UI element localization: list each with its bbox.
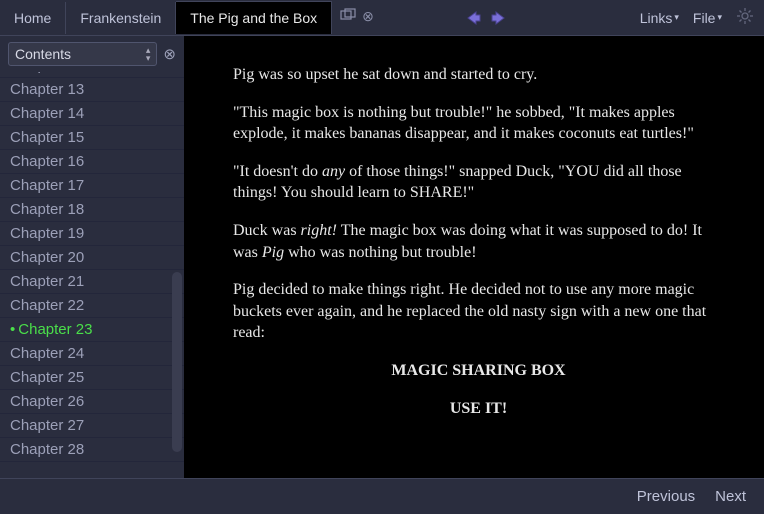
new-tab-icon[interactable] (340, 8, 356, 27)
reader-pane: Pig was so upset he sat down and started… (185, 36, 764, 478)
chapter-item[interactable]: Chapter 17 (0, 174, 184, 198)
heading-text: USE IT! (233, 398, 724, 420)
links-menu[interactable]: Links▾ (640, 10, 679, 26)
chapter-item[interactable]: Chapter 26 (0, 390, 184, 414)
close-tab-icon[interactable]: ⊗ (362, 9, 374, 26)
nav-forward-button[interactable] (488, 9, 508, 27)
tab-home[interactable]: Home (0, 2, 66, 34)
tab-pig-and-box[interactable]: The Pig and the Box (176, 1, 332, 34)
chapter-item[interactable]: •Chapter 23 (0, 318, 184, 342)
scrollbar-thumb[interactable] (172, 272, 182, 452)
file-menu[interactable]: File▾ (693, 10, 722, 26)
settings-icon[interactable] (736, 7, 754, 28)
chapter-item[interactable]: Chapter 27 (0, 414, 184, 438)
contents-label: Contents (15, 46, 71, 62)
paragraph: Duck was right! The magic box was doing … (233, 220, 724, 263)
chapter-item[interactable]: Chapter 28 (0, 438, 184, 462)
footer-bar: Previous Next (0, 478, 764, 514)
chapter-list[interactable]: Chapter 12Chapter 13Chapter 14Chapter 15… (0, 72, 184, 478)
chapter-item[interactable]: Chapter 18 (0, 198, 184, 222)
paragraph: "This magic box is nothing but trouble!"… (233, 102, 724, 145)
chapter-item[interactable]: Chapter 13 (0, 78, 184, 102)
chapter-item[interactable]: Chapter 14 (0, 102, 184, 126)
chevron-updown-icon: ▴▾ (146, 46, 151, 62)
chapter-item[interactable]: Chapter 20 (0, 246, 184, 270)
next-button[interactable]: Next (715, 488, 746, 505)
previous-button[interactable]: Previous (637, 488, 695, 505)
close-sidebar-icon[interactable]: ⊗ (163, 45, 176, 64)
paragraph: Pig decided to make things right. He dec… (233, 279, 724, 344)
chapter-item[interactable]: Chapter 19 (0, 222, 184, 246)
chapter-item[interactable]: Chapter 22 (0, 294, 184, 318)
sidebar: Contents ▴▾ ⊗ Chapter 12Chapter 13Chapte… (0, 36, 185, 478)
contents-dropdown[interactable]: Contents ▴▾ (8, 42, 157, 66)
paragraph: Pig was so upset he sat down and started… (233, 64, 724, 86)
chapter-item[interactable]: Chapter 21 (0, 270, 184, 294)
chapter-item[interactable]: Chapter 15 (0, 126, 184, 150)
tab-bar: Home Frankenstein The Pig and the Box ⊗ … (0, 0, 764, 36)
nav-back-button[interactable] (464, 9, 484, 27)
tab-frankenstein[interactable]: Frankenstein (66, 2, 176, 34)
paragraph: "It doesn't do any of those things!" sna… (233, 161, 724, 204)
chapter-item[interactable]: Chapter 24 (0, 342, 184, 366)
heading-text: MAGIC SHARING BOX (233, 360, 724, 382)
chapter-item[interactable]: Chapter 25 (0, 366, 184, 390)
chapter-item[interactable]: Chapter 16 (0, 150, 184, 174)
